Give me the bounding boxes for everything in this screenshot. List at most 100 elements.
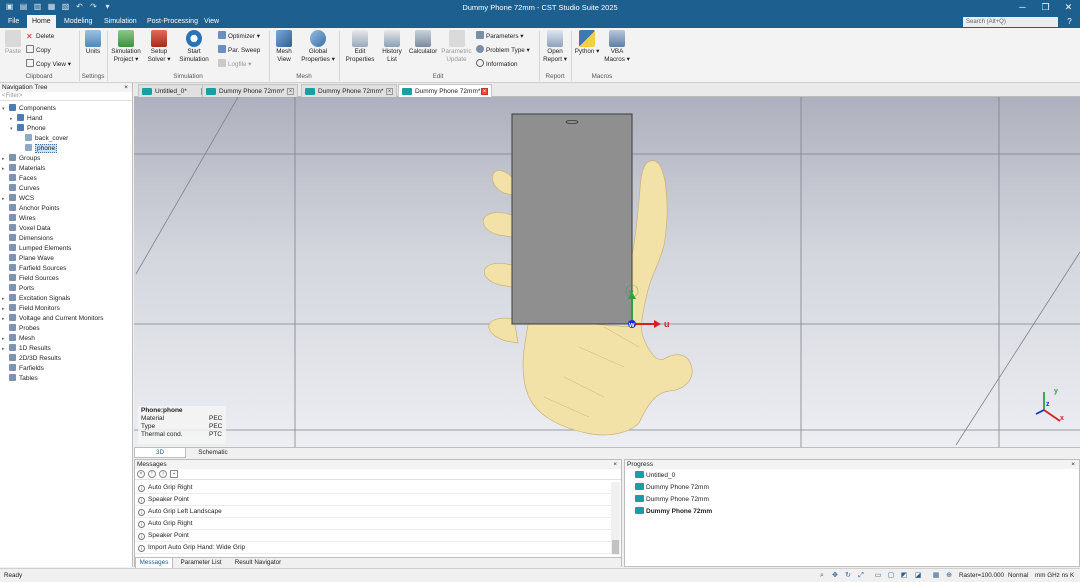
tab-view[interactable]: View [199, 15, 224, 28]
tree-item[interactable]: Dimensions [2, 234, 53, 244]
expand-arrow-icon[interactable]: ▸ [10, 114, 17, 124]
expand-arrow-icon[interactable]: ▸ [2, 154, 9, 164]
tab-schematic[interactable]: Schematic [188, 448, 238, 458]
tab-simulation[interactable]: Simulation [99, 15, 142, 28]
axis-icon[interactable]: ⊕ [945, 572, 953, 580]
expand-arrow-icon[interactable]: ▸ [2, 314, 9, 324]
information-button[interactable]: Information [476, 59, 518, 70]
grid-icon[interactable]: ▦ [932, 572, 940, 580]
tree-item[interactable]: Farfields [2, 364, 44, 374]
message-row[interactable]: i Auto Grip Left Landscape [135, 506, 611, 518]
expand-arrow-icon[interactable]: ▸ [2, 334, 9, 344]
units-button[interactable]: Units [82, 30, 104, 56]
tab-home[interactable]: Home [27, 15, 56, 28]
expand-arrow-icon[interactable]: ▸ [2, 344, 9, 354]
document-tab[interactable]: Dummy Phone 72mm* × [202, 84, 298, 97]
phone-model[interactable] [511, 113, 633, 325]
progress-item[interactable]: Dummy Phone 72mm [635, 506, 712, 518]
expand-arrow-icon[interactable]: ▸ [2, 304, 9, 314]
print-icon[interactable]: ▦ [47, 2, 56, 12]
tree-item[interactable]: Faces [2, 174, 37, 184]
tab-modeling[interactable]: Modeling [59, 15, 97, 28]
view-shaded-icon[interactable]: ◩ [900, 572, 908, 580]
zoom-fit-icon[interactable]: ⤢ [857, 572, 865, 580]
tree-item[interactable]: Anchor Points [2, 204, 59, 214]
tree-filter-input[interactable]: <Filter> [0, 92, 132, 101]
tree-item[interactable]: back_cover [18, 134, 68, 144]
expand-arrow-icon[interactable]: ▸ [2, 194, 9, 204]
scrollbar-thumb[interactable] [612, 540, 619, 554]
message-row[interactable]: i Import Auto Grip Hand: Wide Grip [135, 542, 611, 554]
progress-item[interactable]: Dummy Phone 72mm [635, 482, 712, 494]
tab-file[interactable]: File [3, 15, 24, 28]
zoom-icon[interactable]: ⌕ [818, 572, 826, 580]
logfile-button[interactable]: Logfile ▾ [218, 59, 251, 70]
restore-icon[interactable]: ❐ [1034, 0, 1057, 15]
expand-arrow-icon[interactable]: ▾ [2, 104, 9, 114]
tree-item[interactable]: ▸ Hand [10, 114, 43, 124]
view-front-icon[interactable]: ▭ [874, 572, 882, 580]
close-icon[interactable]: × [287, 88, 294, 95]
parameters-button[interactable]: Parameters ▾ [476, 31, 523, 42]
tree-item[interactable]: Farfield Sources [2, 264, 66, 274]
tree-item[interactable]: ▸ Excitation Signals [2, 294, 70, 304]
tree-item[interactable]: ▸ Mesh [2, 334, 35, 344]
global-properties-button[interactable]: Global Properties ▾ [300, 30, 336, 64]
progress-item[interactable]: Dummy Phone 72mm [635, 494, 712, 506]
open-report-button[interactable]: Open Report ▾ [541, 30, 569, 64]
python-button[interactable]: Python ▾ [574, 30, 600, 56]
message-row[interactable]: i Speaker Point [135, 530, 611, 542]
message-row[interactable]: i Auto Grip Right [135, 482, 611, 494]
tree-item[interactable]: ▸ Field Monitors [2, 304, 60, 314]
tree-item[interactable]: Voxel Data [2, 224, 50, 234]
tree-item[interactable]: Plane Wave [2, 254, 54, 264]
tree-item[interactable]: Probes [2, 324, 40, 334]
warning-filter-icon[interactable]: ! [148, 470, 156, 478]
tree-item[interactable]: ▾ Phone [10, 124, 46, 134]
tree-item[interactable]: ▾ Components [2, 104, 56, 114]
expand-arrow-icon[interactable]: ▸ [2, 164, 9, 174]
tree-item[interactable]: ▸ 1D Results [2, 344, 51, 354]
simulation-project-button[interactable]: Simulation Project ▾ [109, 30, 143, 64]
tree-item[interactable]: Field Sources [2, 274, 59, 284]
tree-item[interactable]: Ports [2, 284, 34, 294]
undo-icon[interactable]: ↶ [75, 2, 84, 12]
close-icon[interactable]: ✕ [1057, 0, 1080, 15]
tree-item[interactable]: Lumped Elements [2, 244, 71, 254]
minimize-icon[interactable]: ─ [1011, 0, 1034, 15]
app-logo-icon[interactable]: ▣ [5, 2, 14, 12]
tree-item[interactable]: Curves [2, 184, 40, 194]
tree-item[interactable]: 2D/3D Results [2, 354, 61, 364]
search-input[interactable]: Search (Alt+Q) [963, 17, 1058, 27]
document-tab[interactable]: Dummy Phone 72mm* × [301, 84, 397, 97]
3d-viewport[interactable]: u v w y x z Phone:phone Material PEC Type… [134, 97, 1080, 447]
expand-arrow-icon[interactable]: ▾ [10, 124, 17, 134]
save-icon[interactable]: ▤ [19, 2, 28, 12]
optimizer-button[interactable]: Optimizer ▾ [218, 31, 260, 42]
close-icon[interactable]: × [481, 88, 488, 95]
tab-parameter-list[interactable]: Parameter List [175, 558, 227, 568]
start-simulation-button[interactable]: Start Simulation [178, 30, 210, 64]
pan-icon[interactable]: ✥ [831, 572, 839, 580]
tree-item[interactable]: ▸ Voltage and Current Monitors [2, 314, 104, 324]
tab-result-navigator[interactable]: Result Navigator [229, 558, 287, 568]
redo-icon[interactable]: ↷ [89, 2, 98, 12]
dropdown-icon[interactable]: ▾ [103, 2, 112, 12]
folder-icon[interactable]: ▧ [61, 2, 70, 12]
tree-item[interactable]: ▸ WCS [2, 194, 34, 204]
close-icon[interactable]: × [1071, 460, 1075, 469]
progress-item[interactable]: Untitled_0 [635, 470, 712, 482]
expand-arrow-icon[interactable]: ▸ [2, 294, 9, 304]
tree-item[interactable]: phone [18, 144, 58, 154]
help-icon[interactable]: ? [1064, 16, 1075, 27]
tree-item[interactable]: Wires [2, 214, 36, 224]
mesh-view-button[interactable]: Mesh View [272, 30, 296, 64]
calculator-button[interactable]: Calculator [407, 30, 439, 56]
document-tab[interactable]: Untitled_0*× [138, 84, 212, 97]
problem-type-button[interactable]: Problem Type ▾ [476, 45, 530, 56]
view-wire-icon[interactable]: ▢ [887, 572, 895, 580]
copy-button[interactable]: Copy [26, 45, 51, 56]
tab-3d[interactable]: 3D [134, 448, 186, 458]
clear-icon[interactable]: × [137, 470, 145, 478]
close-icon[interactable]: × [386, 88, 393, 95]
